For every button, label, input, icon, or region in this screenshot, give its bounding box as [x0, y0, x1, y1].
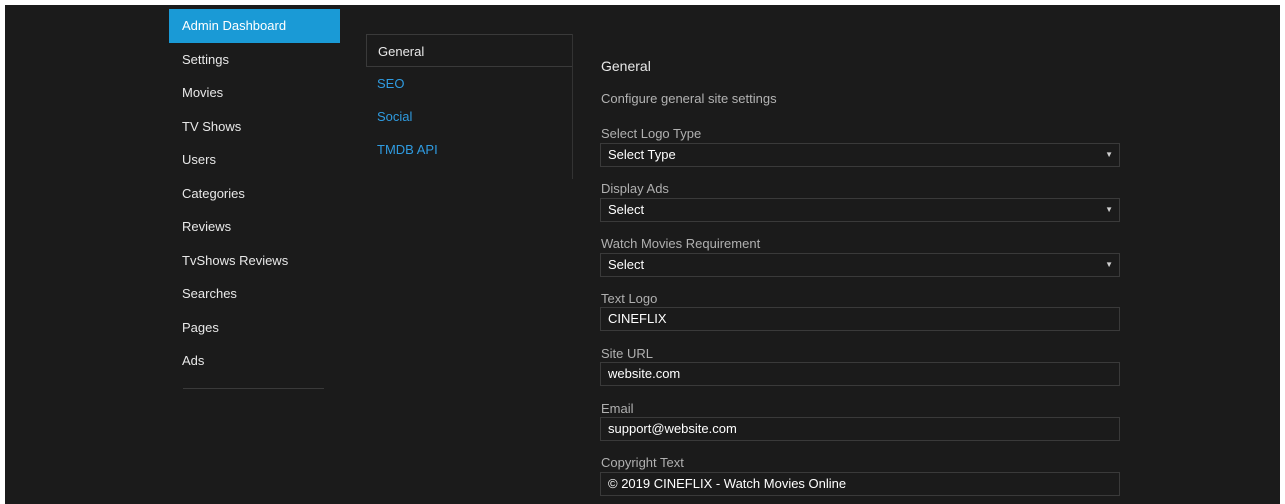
sidebar-item-searches[interactable]: Searches — [169, 277, 340, 311]
chevron-down-icon: ▼ — [1105, 260, 1113, 269]
sidebar-item-tvshows-reviews[interactable]: TvShows Reviews — [169, 244, 340, 278]
logo-type-label: Select Logo Type — [601, 126, 702, 141]
tab-general[interactable]: General — [366, 34, 572, 67]
display-ads-select[interactable]: Select ▼ — [600, 198, 1120, 222]
sidebar-item-reviews[interactable]: Reviews — [169, 210, 340, 244]
chevron-down-icon: ▼ — [1105, 150, 1113, 159]
sidebar-item-admin-dashboard[interactable]: Admin Dashboard — [169, 9, 340, 43]
app-frame: Admin Dashboard Settings Movies TV Shows… — [5, 5, 1280, 504]
tab-social[interactable]: Social — [366, 100, 572, 133]
email-label: Email — [601, 401, 634, 416]
watch-requirement-select[interactable]: Select ▼ — [600, 253, 1120, 277]
tab-seo[interactable]: SEO — [366, 67, 572, 100]
email-input[interactable]: support@website.com — [600, 417, 1120, 441]
sidebar-item-settings[interactable]: Settings — [169, 43, 340, 77]
display-ads-value: Select — [608, 202, 645, 217]
text-logo-label: Text Logo — [601, 291, 658, 306]
sidebar-item-ads[interactable]: Ads — [169, 344, 340, 378]
section-title: General — [601, 58, 651, 74]
sidebar-item-users[interactable]: Users — [169, 143, 340, 177]
watch-requirement-label: Watch Movies Requirement — [601, 236, 761, 251]
sidebar-nav: Admin Dashboard Settings Movies TV Shows… — [169, 9, 340, 389]
site-url-input[interactable]: website.com — [600, 362, 1120, 386]
logo-type-select[interactable]: Select Type ▼ — [600, 143, 1120, 167]
copyright-input[interactable]: © 2019 CINEFLIX - Watch Movies Online — [600, 472, 1120, 496]
chevron-down-icon: ▼ — [1105, 205, 1113, 214]
logo-type-value: Select Type — [608, 147, 676, 162]
watch-requirement-value: Select — [608, 257, 645, 272]
section-subtitle: Configure general site settings — [601, 91, 777, 106]
text-logo-input[interactable]: CINEFLIX — [600, 307, 1120, 331]
sidebar-item-categories[interactable]: Categories — [169, 177, 340, 211]
sidebar-item-pages[interactable]: Pages — [169, 311, 340, 345]
sidebar-divider — [183, 388, 324, 389]
sidebar-item-movies[interactable]: Movies — [169, 76, 340, 110]
tab-tmdb-api[interactable]: TMDB API — [366, 133, 572, 166]
sidebar-item-tv-shows[interactable]: TV Shows — [169, 110, 340, 144]
site-url-label: Site URL — [601, 346, 654, 361]
settings-tabs: General SEO Social TMDB API — [366, 34, 573, 179]
display-ads-label: Display Ads — [601, 181, 669, 196]
copyright-label: Copyright Text — [601, 455, 684, 470]
